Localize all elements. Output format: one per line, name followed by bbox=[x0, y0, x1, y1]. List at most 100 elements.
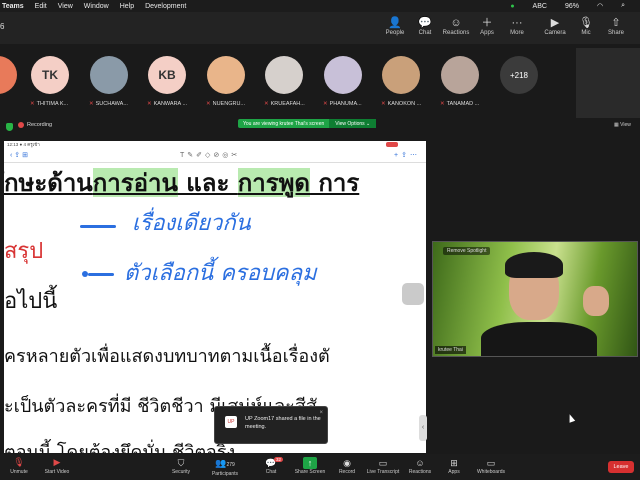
collapse-handle[interactable]: ‹ bbox=[419, 415, 427, 441]
view-options-button[interactable]: View Options ⌄ bbox=[329, 119, 377, 128]
file-icon: UP bbox=[225, 416, 237, 428]
menu-app-name[interactable]: Teams bbox=[2, 3, 24, 10]
start-video-button[interactable]: ▶ Start Video bbox=[40, 457, 74, 475]
people-icon: 👤 bbox=[388, 17, 402, 29]
avatar: TK bbox=[31, 56, 69, 94]
unmute-button[interactable]: 🎙 Unmute bbox=[2, 457, 36, 475]
participants-button[interactable]: 👥279 Participants bbox=[208, 457, 242, 477]
remove-spotlight-button[interactable]: Remove Spotlight bbox=[443, 247, 491, 255]
menu-window[interactable]: Window bbox=[84, 3, 109, 10]
participant-tile[interactable]: ✕ NUENGRU... bbox=[206, 56, 246, 107]
mic-muted-icon: ✕ bbox=[147, 101, 152, 107]
chat-button[interactable]: 32 💬 Chat bbox=[254, 457, 288, 475]
participant-strip: ✕ TK ✕THITIMA K... ✕SUCHAWA... KB ✕KANWA… bbox=[0, 44, 640, 118]
battery-percent: 96% bbox=[564, 2, 579, 10]
security-button[interactable]: ⛉ Security bbox=[164, 457, 198, 475]
avatar bbox=[441, 56, 479, 94]
chat-icon: 💬 bbox=[418, 17, 432, 29]
menu-edit[interactable]: Edit bbox=[35, 3, 47, 10]
notes-actions-icon[interactable]: +⇪⋯ bbox=[394, 151, 420, 159]
slide-line-5: ตอนนี้ โดยต้องยึดมั่น ชีวิตจริง bbox=[4, 442, 236, 453]
avatar bbox=[265, 56, 303, 94]
more-icon: ··· bbox=[511, 17, 523, 29]
avatar bbox=[382, 56, 420, 94]
participant-tile[interactable]: TK ✕ THITIMA K... bbox=[30, 56, 70, 107]
live-transcript-button[interactable]: ▭ Live Transcript bbox=[366, 457, 400, 475]
apps-button[interactable]: ⊞ Apps bbox=[437, 457, 471, 475]
participant-tile[interactable]: ✕ TANAMAD ... bbox=[440, 56, 480, 107]
menu-development[interactable]: Development bbox=[145, 3, 186, 10]
search-icon[interactable]: ⌕ bbox=[621, 2, 625, 10]
shield-icon[interactable] bbox=[6, 123, 13, 131]
input-source[interactable]: ABC bbox=[533, 3, 547, 10]
participant-tile[interactable]: ✕ KANOKON ... bbox=[381, 56, 421, 107]
close-icon[interactable]: × bbox=[319, 410, 323, 416]
meeting-controls: 🎙 Unmute ▶ Start Video ⛉ Security 👥279 Parti… bbox=[0, 454, 640, 480]
reactions-button[interactable]: ☺ Reactions bbox=[403, 457, 437, 475]
participant-tile[interactable]: ✕ SUCHAWA... bbox=[89, 56, 129, 107]
share-screen-button[interactable]: ↑ Share Screen bbox=[293, 457, 327, 475]
record-button[interactable]: ◉ Record bbox=[330, 457, 364, 475]
avatar bbox=[207, 56, 245, 94]
mic-muted-icon: ✕ bbox=[30, 101, 35, 107]
speaker-hair bbox=[505, 252, 563, 278]
share-icon: ⇧ bbox=[611, 17, 621, 29]
wechat-icon[interactable]: ● bbox=[510, 3, 514, 10]
reactions-button[interactable]: ☺ Reactions bbox=[439, 16, 473, 36]
speaker-body bbox=[481, 322, 597, 356]
video-off-icon: ▶ bbox=[53, 458, 61, 468]
record-icon: ◉ bbox=[343, 458, 351, 468]
mic-muted-icon: ✕ bbox=[264, 101, 269, 107]
share-screen-icon: ↑ bbox=[303, 457, 317, 469]
menu-help[interactable]: Help bbox=[120, 3, 134, 10]
camera-button[interactable]: ▶ Camera bbox=[538, 16, 572, 36]
mic-off-icon: 🎙 bbox=[13, 458, 25, 468]
slide-line-1: ักษะด้านการอ่าน และ การพูด การ bbox=[4, 168, 360, 197]
file-shared-notification[interactable]: UP UP Zoom17 shared a file in the meetin… bbox=[214, 406, 328, 444]
people-button[interactable]: 👤 People bbox=[378, 16, 412, 36]
spotlight-video[interactable]: Remove Spotlight krutee Thai bbox=[432, 241, 638, 357]
mic-muted-icon: ✕ bbox=[323, 101, 328, 107]
record-dot-icon bbox=[18, 122, 24, 128]
apps-icon: ⊞ bbox=[450, 458, 458, 468]
mic-muted-icon: ✕ bbox=[206, 101, 211, 107]
viewing-banner: You are viewing krutee Thai's screen Vie… bbox=[238, 119, 377, 128]
avatar: KB bbox=[148, 56, 186, 94]
participant-tile[interactable]: ✕ PHANUMA... bbox=[323, 56, 363, 107]
mic-button[interactable]: 🎙 Mic bbox=[569, 16, 603, 36]
leave-button[interactable]: Leave bbox=[608, 461, 634, 473]
whiteboards-button[interactable]: ▭ Whiteboards bbox=[474, 457, 508, 475]
self-view[interactable] bbox=[576, 48, 640, 118]
notes-toolbar: ‹ ⇪ ⊞ T✎✐◇⊘◎✂ +⇪⋯ bbox=[4, 149, 426, 163]
back-icon[interactable]: ‹ ⇪ ⊞ bbox=[10, 151, 28, 159]
participant-tile[interactable]: ✕ bbox=[0, 56, 18, 107]
tablet-status: 12:13 ● 4 ครูเข้า bbox=[7, 142, 40, 147]
recording-indicator[interactable]: Recording bbox=[18, 122, 52, 128]
apps-button[interactable]: ＋ Apps bbox=[470, 16, 504, 36]
share-button[interactable]: ⇧ Share bbox=[599, 16, 633, 36]
participant-tile[interactable]: ✕ KRUEAFAH... bbox=[264, 56, 305, 107]
speaker-hand bbox=[583, 286, 609, 316]
participant-tile[interactable]: KB ✕ KANWARA ... bbox=[147, 56, 187, 107]
pen-tools-icon[interactable]: T✎✐◇⊘◎✂ bbox=[180, 151, 240, 159]
avatar bbox=[0, 56, 17, 94]
handwritten-arrow bbox=[80, 225, 116, 228]
shield-icon: ⛉ bbox=[177, 458, 185, 468]
mic-muted-icon: ✕ bbox=[89, 101, 94, 107]
mic-icon: 🎙 bbox=[579, 17, 593, 29]
chat-button[interactable]: 💬 Chat bbox=[408, 16, 442, 36]
floating-assist-button[interactable] bbox=[402, 283, 424, 305]
cc-icon: ▭ bbox=[378, 458, 388, 468]
handwritten-note-2: ตัวเลือกนี้ ครอบคลุม bbox=[124, 261, 317, 286]
menubar-status: ● ABC 96% ◠ ⌕ bbox=[510, 0, 636, 12]
wifi-icon[interactable]: ◠ bbox=[597, 2, 603, 10]
meeting-top-bar: 6 👤 People 💬 Chat ☺ Reactions ＋ Apps ··· More… bbox=[0, 12, 640, 44]
camera-icon: ▶ bbox=[550, 17, 560, 29]
more-participants-button[interactable]: +218 bbox=[500, 56, 538, 94]
more-button[interactable]: ··· More bbox=[500, 16, 534, 36]
apps-icon: ＋ bbox=[481, 17, 493, 29]
avatar bbox=[324, 56, 362, 94]
menu-view[interactable]: View bbox=[58, 3, 73, 10]
handwritten-note-1: เรื่องเดียวกัน bbox=[132, 211, 251, 236]
mouse-cursor-icon bbox=[566, 413, 576, 423]
